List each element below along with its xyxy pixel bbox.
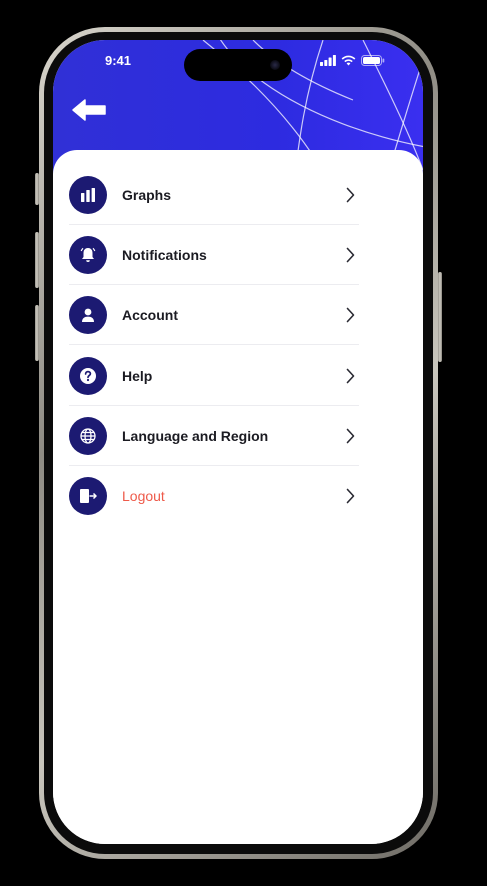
chevron-right-icon [346, 187, 355, 203]
logout-icon [80, 489, 97, 503]
question-icon [80, 368, 96, 384]
bell-icon [80, 247, 96, 262]
menu-label-logout: Logout [122, 488, 165, 504]
icon-badge [69, 236, 107, 274]
action-button [35, 173, 39, 205]
volume-up-button [35, 232, 39, 288]
menu-item-help[interactable]: Help [69, 346, 359, 406]
dynamic-island [184, 49, 292, 81]
icon-badge [69, 357, 107, 395]
bar-chart-icon [81, 188, 95, 202]
chevron-right-icon [346, 428, 355, 444]
volume-down-button [35, 305, 39, 361]
status-icons [320, 55, 385, 66]
menu-label-account: Account [122, 307, 178, 323]
icon-badge [69, 477, 107, 515]
screen: 9:41 Graphs Notifications Account Help L… [53, 40, 423, 844]
menu-label-graphs: Graphs [122, 187, 172, 203]
icon-badge [69, 176, 107, 214]
menu-item-notifications[interactable]: Notifications [69, 225, 359, 285]
icon-badge [69, 296, 107, 334]
arrow-left-icon [72, 99, 106, 121]
wifi-icon [341, 55, 356, 66]
chevron-right-icon [346, 307, 355, 323]
user-icon [82, 308, 94, 322]
chevron-right-icon [346, 247, 355, 263]
settings-card: Graphs Notifications Account Help Langua… [53, 150, 423, 844]
power-button [438, 272, 442, 362]
menu-label-notifications: Notifications [122, 247, 207, 263]
chevron-right-icon [346, 368, 355, 384]
icon-badge [69, 417, 107, 455]
globe-icon [80, 428, 96, 444]
menu-item-logout[interactable]: Logout [69, 466, 359, 526]
menu-item-language-region[interactable]: Language and Region [69, 406, 359, 466]
camera-icon [270, 60, 280, 70]
back-button[interactable] [71, 98, 107, 122]
status-time: 9:41 [105, 53, 132, 68]
menu-item-account[interactable]: Account [69, 285, 359, 345]
menu-label-language-region: Language and Region [122, 428, 269, 444]
chevron-right-icon [346, 488, 355, 504]
battery-icon [361, 55, 385, 66]
divider [69, 344, 359, 345]
menu-item-graphs[interactable]: Graphs [69, 165, 359, 225]
signal-icon [320, 55, 336, 66]
menu-label-help: Help [122, 368, 153, 384]
